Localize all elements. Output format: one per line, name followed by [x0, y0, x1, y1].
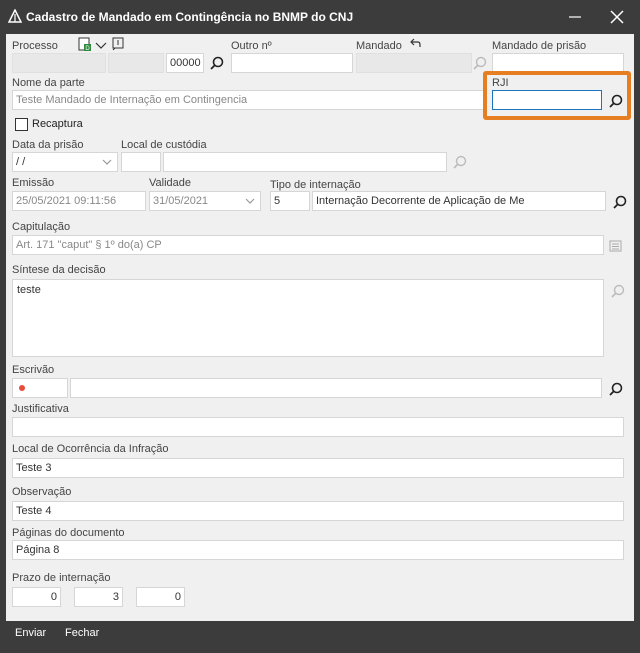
- local-ocorrencia-label: Local de Ocorrência da Infração: [12, 443, 169, 455]
- rji-label: RJI: [492, 77, 509, 89]
- validade-value: 31/05/2021: [153, 195, 209, 207]
- search-icon-disabled: [473, 56, 487, 70]
- mandado-prisao-field[interactable]: [492, 53, 624, 73]
- prazo-months-field[interactable]: 3: [74, 587, 123, 607]
- chevron-down-icon[interactable]: [244, 195, 256, 207]
- emissao-value: 25/05/2021 09:11:56: [16, 195, 117, 207]
- outro-numero-field[interactable]: [231, 53, 353, 73]
- bookmark-icon[interactable]: [110, 36, 126, 52]
- sintese-textarea[interactable]: teste: [12, 279, 604, 357]
- search-icon[interactable]: [608, 381, 624, 397]
- emissao-label: Emissão: [12, 177, 55, 189]
- rji-field[interactable]: [492, 90, 602, 110]
- svg-text:D: D: [85, 46, 90, 52]
- close-icon[interactable]: [602, 0, 632, 34]
- nome-parte-field[interactable]: Teste Mandado de Internação em Contingen…: [12, 90, 484, 110]
- capitulacao-label: Capitulação: [12, 221, 71, 233]
- search-icon-disabled: [453, 155, 467, 169]
- processo-digit-field[interactable]: [108, 53, 164, 73]
- tipo-internacao-desc-field[interactable]: Internação Decorrente de Aplicação de Me: [312, 191, 606, 211]
- document-icon[interactable]: D: [77, 36, 93, 52]
- prazo-days-field[interactable]: 0: [136, 587, 185, 607]
- list-icon[interactable]: [608, 238, 624, 254]
- app-logo-icon: [8, 9, 22, 23]
- sintese-label: Síntese da decisão: [12, 264, 106, 276]
- undo-icon[interactable]: [407, 36, 423, 52]
- mandado-label: Mandado: [356, 40, 402, 52]
- escrivao-field[interactable]: [70, 378, 602, 398]
- prazo-years-field[interactable]: 0: [12, 587, 61, 607]
- data-prisao-value: / /: [16, 156, 26, 168]
- observacao-label: Observação: [12, 486, 72, 498]
- form-body: Processo D 00000 Outro nº Mandado Mandad…: [6, 34, 634, 621]
- required-indicator: [19, 385, 25, 391]
- window-title: Cadastro de Mandado em Contingência no B…: [26, 10, 354, 24]
- mandado-field[interactable]: [356, 53, 472, 73]
- escrivao-code-field[interactable]: [12, 378, 68, 398]
- chevron-down-icon[interactable]: [93, 37, 109, 53]
- local-custodia-code-field[interactable]: [121, 152, 161, 172]
- local-custodia-label: Local de custódia: [121, 139, 207, 151]
- fechar-button[interactable]: Fechar: [65, 627, 99, 639]
- local-custodia-field[interactable]: [163, 152, 447, 172]
- data-prisao-label: Data da prisão: [12, 139, 84, 151]
- chevron-down-icon[interactable]: [101, 156, 113, 168]
- search-icon[interactable]: [612, 194, 628, 210]
- processo-number-field[interactable]: [12, 53, 106, 73]
- processo-seq-field[interactable]: 00000: [166, 53, 204, 73]
- dialog-window: Cadastro de Mandado em Contingência no B…: [0, 0, 640, 653]
- recaptura-label: Recaptura: [32, 118, 83, 130]
- processo-label: Processo: [12, 40, 58, 52]
- minimize-icon[interactable]: [560, 0, 590, 34]
- escrivao-label: Escrivão: [12, 364, 55, 376]
- data-prisao-field[interactable]: / /: [12, 152, 118, 172]
- tipo-internacao-label: Tipo de internação: [270, 179, 361, 191]
- observacao-field[interactable]: Teste 4: [12, 501, 624, 521]
- justificativa-field[interactable]: [12, 417, 624, 437]
- search-icon[interactable]: [608, 93, 624, 109]
- capitulacao-field[interactable]: Art. 171 "caput" § 1º do(a) CP: [12, 235, 604, 255]
- mandado-prisao-label: Mandado de prisão: [492, 40, 587, 52]
- footer-bar: Enviar Fechar: [6, 621, 634, 647]
- nome-parte-label: Nome da parte: [12, 77, 85, 89]
- local-ocorrencia-field[interactable]: Teste 3: [12, 458, 624, 478]
- emissao-field[interactable]: 25/05/2021 09:11:56: [12, 191, 146, 211]
- validade-label: Validade: [149, 177, 191, 189]
- paginas-label: Páginas do documento: [12, 527, 125, 539]
- outro-numero-label: Outro nº: [231, 40, 272, 52]
- search-icon-disabled: [611, 284, 625, 298]
- enviar-button[interactable]: Enviar: [15, 627, 46, 639]
- paginas-field[interactable]: Página 8: [12, 540, 624, 560]
- recaptura-checkbox[interactable]: [15, 118, 28, 131]
- title-bar: Cadastro de Mandado em Contingência no B…: [0, 0, 640, 34]
- search-icon[interactable]: [209, 55, 225, 71]
- prazo-label: Prazo de internação: [12, 572, 111, 584]
- justificativa-label: Justificativa: [12, 403, 69, 415]
- tipo-internacao-code-field[interactable]: 5: [270, 191, 310, 211]
- validade-field[interactable]: 31/05/2021: [149, 191, 261, 211]
